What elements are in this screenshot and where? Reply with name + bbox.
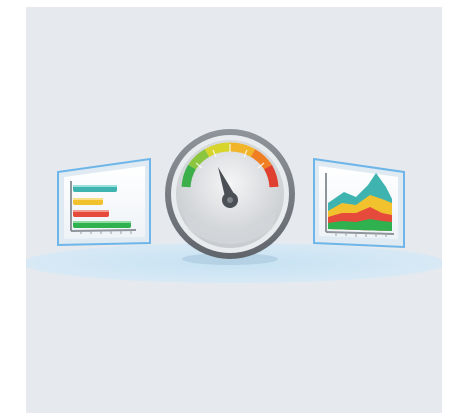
area-chart-icon xyxy=(313,157,405,249)
dashboard-illustration xyxy=(26,7,442,413)
dashboard-illustration-svg xyxy=(26,129,442,283)
bar-chart-icon xyxy=(57,157,151,247)
